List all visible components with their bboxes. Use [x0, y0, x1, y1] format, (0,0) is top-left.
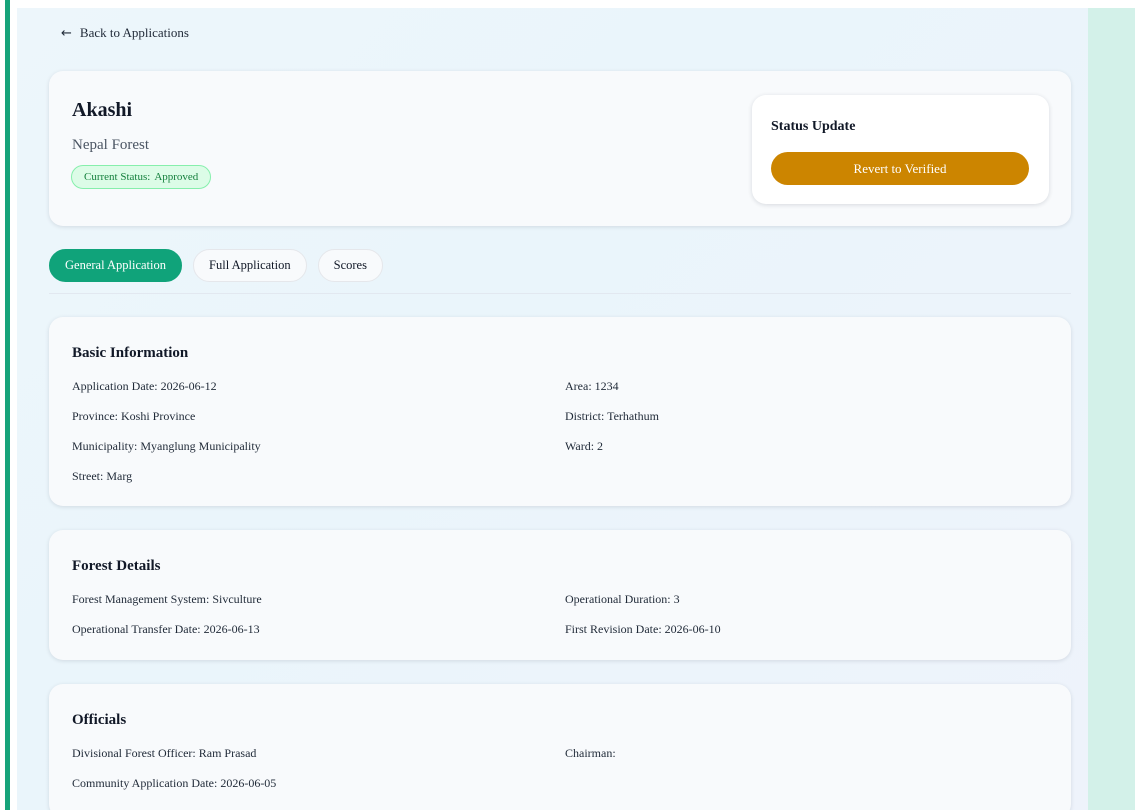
application-header-card: Akashi Nepal Forest Current Status: Appr…	[49, 71, 1071, 226]
arrow-left-icon: ←	[61, 25, 72, 41]
section-title: Officials	[72, 712, 127, 728]
field-divisional-forest-officer: Divisional Forest Officer: Ram Prasad	[72, 746, 257, 760]
field-application-date: Application Date: 2026-06-12	[72, 379, 217, 393]
field-community-application-date: Community Application Date: 2026-06-05	[72, 776, 277, 790]
field-chairman: Chairman:	[565, 746, 616, 760]
field-ward: Ward: 2	[565, 439, 604, 453]
back-to-applications-link[interactable]: ← Back to Applications	[61, 25, 189, 41]
field-district: District: Terhathum	[565, 409, 659, 423]
application-tabs: General Application Full Application Sco…	[49, 249, 383, 282]
field-operational-transfer-date: Operational Transfer Date: 2026-06-13	[72, 622, 260, 636]
status-badge-value: Approved	[154, 171, 199, 183]
status-badge: Current Status: Approved	[71, 165, 212, 189]
section-title: Forest Details	[72, 558, 161, 574]
forest-name: Nepal Forest	[72, 137, 150, 153]
status-badge-label: Current Status:	[84, 171, 151, 183]
status-update-panel: Status Update Revert to Verified	[752, 95, 1049, 204]
basic-information-card: Basic Information Application Date: 2026…	[49, 317, 1071, 506]
back-link-label: Back to Applications	[79, 25, 189, 40]
revert-to-verified-button[interactable]: Revert to Verified	[771, 152, 1029, 185]
field-forest-management-system: Forest Management System: Sivculture	[72, 592, 262, 606]
applicant-name: Akashi	[72, 99, 133, 121]
section-title: Basic Information	[72, 345, 189, 361]
main-content: ← Back to Applications Akashi Nepal Fore…	[17, 8, 1088, 810]
tab-full-application[interactable]: Full Application	[193, 249, 307, 282]
field-street: Street: Marg	[72, 469, 133, 483]
field-province: Province: Koshi Province	[72, 409, 196, 423]
status-update-title: Status Update	[771, 119, 856, 134]
officials-card: Officials Divisional Forest Officer: Ram…	[49, 684, 1071, 810]
field-operational-duration: Operational Duration: 3	[565, 592, 680, 606]
field-area: Area: 1234	[565, 379, 619, 393]
field-municipality: Municipality: Myanglung Municipality	[72, 439, 261, 453]
tab-scores[interactable]: Scores	[317, 249, 383, 282]
forest-details-card: Forest Details Forest Management System:…	[49, 530, 1071, 660]
right-side-panel	[1088, 8, 1135, 810]
field-first-revision-date: First Revision Date: 2026-06-10	[565, 622, 721, 636]
left-accent-bar	[5, 0, 10, 810]
tab-general-application[interactable]: General Application	[49, 249, 183, 282]
tabs-divider	[49, 293, 1071, 294]
